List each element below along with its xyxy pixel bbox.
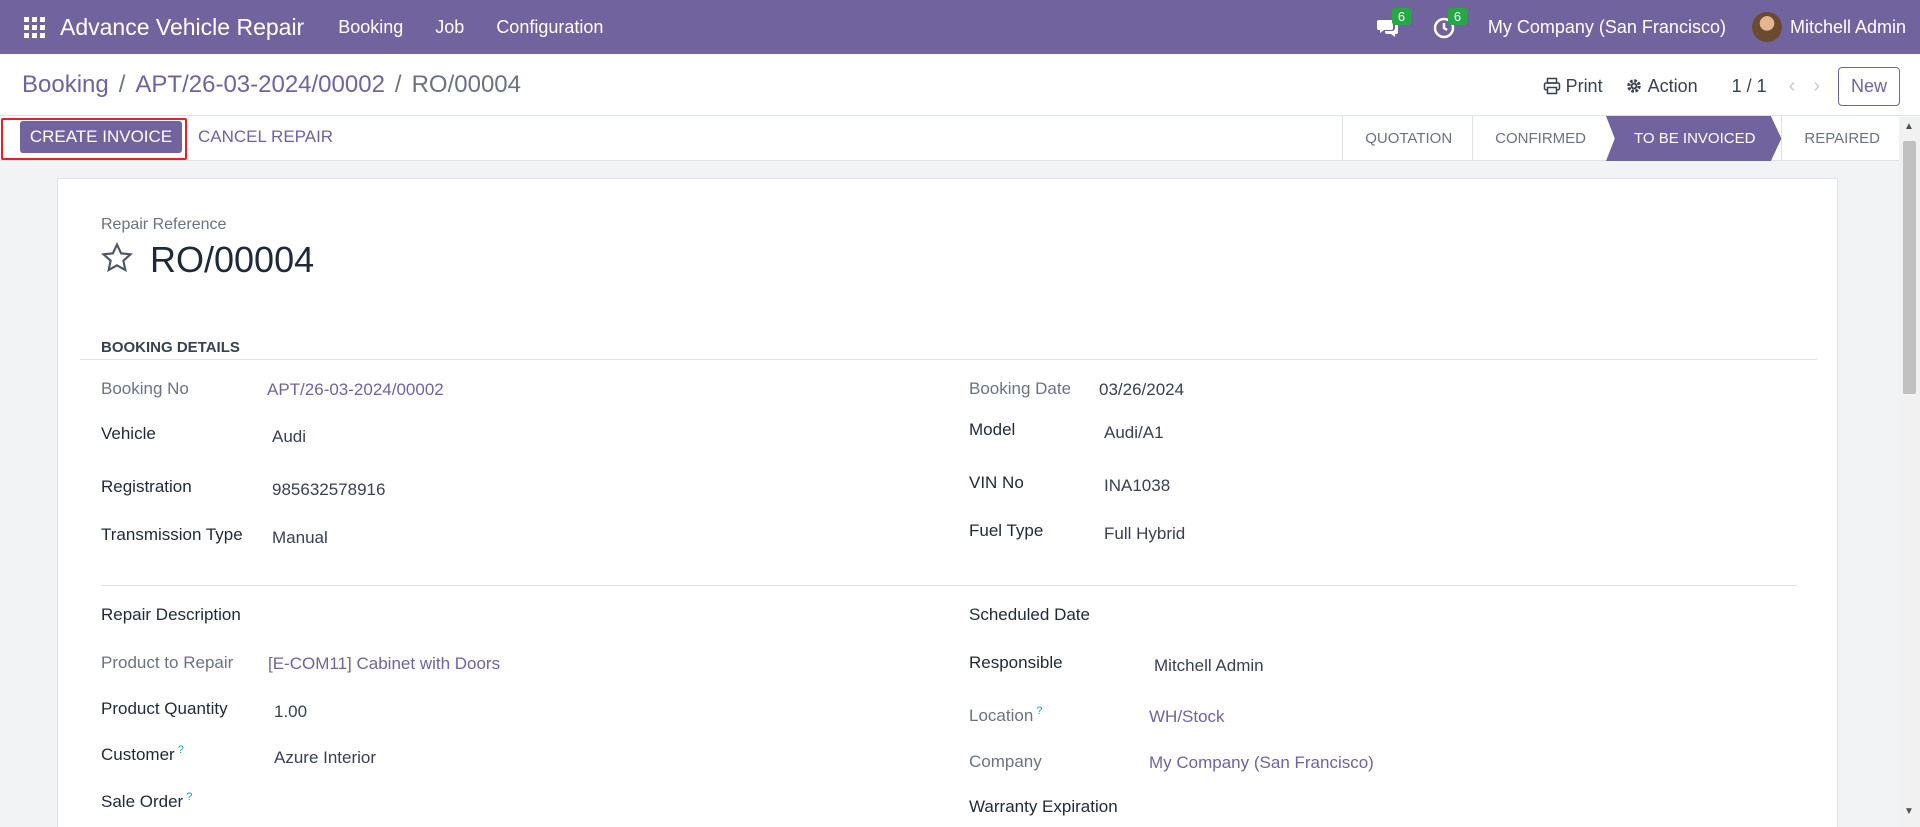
activities-badge: 6 — [1447, 8, 1468, 25]
help-icon[interactable]: ? — [178, 744, 184, 756]
booking-date-field[interactable]: 03/26/2024 — [1099, 380, 1184, 400]
product-quantity-label: Product Quantity — [101, 699, 228, 718]
printer-icon — [1543, 77, 1560, 95]
product-to-repair-field[interactable]: [E-COM11] Cabinet with Doors — [268, 654, 500, 674]
activities-button[interactable]: 6 — [1432, 8, 1468, 40]
pager-value[interactable]: 1 / 1 — [1732, 76, 1767, 97]
messages-badge: 6 — [1391, 8, 1412, 25]
breadcrumb-booking[interactable]: Booking — [22, 71, 109, 99]
repair-reference-value: RO/00004 — [150, 239, 315, 280]
booking-no-label: Booking No — [101, 379, 189, 398]
scroll-thumb[interactable] — [1903, 141, 1916, 394]
action-button[interactable]: Action — [1625, 76, 1698, 97]
favorite-star-icon[interactable] — [100, 241, 134, 275]
user-avatar[interactable] — [1751, 12, 1782, 42]
booking-no-field[interactable]: APT/26-03-2024/00002 — [267, 380, 444, 400]
menu-item-booking[interactable]: Booking — [338, 17, 403, 38]
stage-pipeline: QUOTATION CONFIRMED TO BE INVOICED REPAI… — [1342, 116, 1900, 161]
help-icon[interactable]: ? — [1036, 705, 1042, 717]
sale-order-label-text: Sale Order — [101, 792, 184, 811]
scheduled-date-label: Scheduled Date — [969, 605, 1090, 624]
model-field[interactable]: Audi/A1 — [1104, 423, 1164, 443]
apps-menu-icon[interactable] — [22, 15, 46, 39]
action-label: Action — [1647, 75, 1698, 96]
breadcrumb-current: RO/00004 — [411, 71, 521, 98]
pager-previous-icon[interactable]: ‹ — [1789, 75, 1796, 98]
vin-no-field[interactable]: INA1038 — [1104, 476, 1170, 496]
customer-label: Customer? — [101, 744, 184, 765]
company-switcher[interactable]: My Company (San Francisco) — [1488, 17, 1726, 38]
breadcrumb-separator: / — [118, 71, 126, 98]
page-scrollbar[interactable]: ▲ ▼ — [1899, 117, 1920, 827]
repair-reference-label: Repair Reference — [101, 216, 227, 233]
warranty-expiration-label: Warranty Expiration — [969, 797, 1118, 816]
breadcrumb: Booking / APT/26-03-2024/00002 / RO/0000… — [22, 71, 521, 99]
responsible-label: Responsible — [969, 653, 1063, 672]
transmission-type-field[interactable]: Manual — [272, 528, 328, 548]
company-field[interactable]: My Company (San Francisco) — [1149, 753, 1374, 773]
print-button[interactable]: Print — [1543, 76, 1603, 97]
menu-item-job[interactable]: Job — [435, 17, 464, 38]
customer-label-text: Customer — [101, 745, 175, 764]
fuel-type-label: Fuel Type — [969, 521, 1044, 540]
menu-item-configuration[interactable]: Configuration — [496, 17, 603, 38]
help-icon[interactable]: ? — [186, 791, 192, 803]
breadcrumb-appointment[interactable]: APT/26-03-2024/00002 — [135, 71, 385, 99]
gear-icon — [1626, 79, 1641, 93]
company-label: Company — [969, 752, 1042, 771]
user-menu[interactable]: Mitchell Admin — [1790, 17, 1906, 38]
model-label: Model — [969, 420, 1016, 439]
section-divider — [101, 585, 1797, 586]
control-actions: Print Action 1 / 1 ‹ › New — [1543, 65, 1900, 107]
vin-no-label: VIN No — [969, 473, 1024, 492]
form-sheet: Repair Reference RO/00004 BOOKING DETAIL… — [57, 178, 1838, 827]
responsible-field[interactable]: Mitchell Admin — [1154, 656, 1264, 676]
top-navbar: Advance Vehicle Repair Booking Job Confi… — [0, 0, 1920, 54]
sale-order-label: Sale Order? — [101, 791, 192, 812]
print-label: Print — [1565, 75, 1603, 96]
product-quantity-field[interactable]: 1.00 — [274, 702, 307, 722]
form-statusbar: CREATE INVOICE CANCEL REPAIR QUOTATION C… — [0, 116, 1920, 161]
create-invoice-button[interactable]: CREATE INVOICE — [20, 121, 182, 153]
scroll-up-icon[interactable]: ▲ — [1904, 121, 1914, 132]
registration-field[interactable]: 985632578916 — [272, 480, 385, 500]
breadcrumb-separator: / — [394, 71, 402, 98]
stage-to-be-invoiced[interactable]: TO BE INVOICED — [1606, 116, 1782, 161]
stage-quotation[interactable]: QUOTATION — [1342, 116, 1472, 161]
transmission-type-label: Transmission Type — [101, 525, 243, 544]
location-field[interactable]: WH/Stock — [1149, 707, 1225, 727]
section-divider — [80, 359, 1817, 360]
customer-field[interactable]: Azure Interior — [274, 748, 376, 768]
control-panel: Booking / APT/26-03-2024/00002 / RO/0000… — [0, 54, 1920, 116]
product-to-repair-label: Product to Repair — [101, 653, 234, 672]
app-title[interactable]: Advance Vehicle Repair — [60, 14, 304, 41]
stage-repaired[interactable]: REPAIRED — [1781, 116, 1900, 161]
booking-date-label: Booking Date — [969, 379, 1072, 398]
cancel-repair-button[interactable]: CANCEL REPAIR — [198, 127, 333, 147]
navbar-systray: 6 6 My Company (San Francisco) Mitchell … — [1376, 0, 1906, 54]
repair-description-label: Repair Description — [101, 605, 241, 624]
stage-confirmed[interactable]: CONFIRMED — [1472, 116, 1606, 161]
vehicle-label: Vehicle — [101, 424, 156, 443]
messages-button[interactable]: 6 — [1376, 8, 1412, 40]
vehicle-field[interactable]: Audi — [272, 427, 306, 447]
registration-label: Registration — [101, 477, 192, 496]
new-button[interactable]: New — [1837, 66, 1900, 106]
location-label-text: Location — [969, 706, 1034, 725]
booking-details-heading: BOOKING DETAILS — [101, 339, 240, 356]
location-label: Location? — [969, 705, 1042, 726]
pager-next-icon[interactable]: › — [1813, 75, 1820, 98]
scroll-down-icon[interactable]: ▼ — [1904, 806, 1914, 817]
fuel-type-field[interactable]: Full Hybrid — [1104, 524, 1185, 544]
